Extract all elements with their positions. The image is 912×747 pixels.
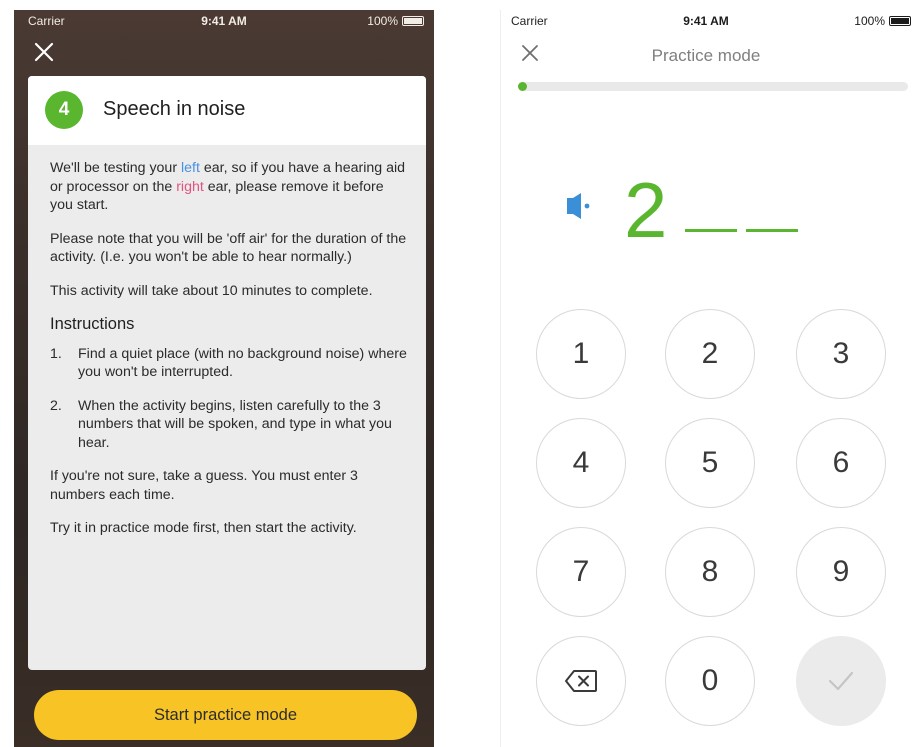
step-badge: 4: [45, 91, 83, 129]
key-6[interactable]: 6: [796, 418, 886, 508]
key-3[interactable]: 3: [796, 309, 886, 399]
practice-note: Try it in practice mode first, then star…: [50, 520, 357, 536]
key-5[interactable]: 5: [665, 418, 755, 508]
intro-pre: We'll be testing your: [50, 160, 181, 176]
card-body: We'll be testing your left ear, so if yo…: [50, 159, 410, 553]
info-screen: Carrier 9:41 AM 100% 4 Speech in noise W…: [14, 10, 434, 747]
guess-note: If you're not sure, take a guess. You mu…: [50, 468, 358, 503]
practice-screen: Carrier 9:41 AM 100% Practice mode 2 1 2…: [500, 10, 911, 747]
battery-percent: 100%: [854, 14, 885, 28]
empty-digit-slot: [746, 229, 798, 232]
instruction-number: 2.: [50, 397, 62, 414]
battery-percent: 100%: [367, 14, 398, 28]
instruction-item: 2. When the activity begins, listen care…: [50, 397, 410, 453]
instruction-item: 1. Find a quiet place (with no backgroun…: [50, 345, 410, 382]
status-bar: Carrier 9:41 AM 100%: [501, 10, 911, 32]
screen-title: Practice mode: [651, 46, 761, 65]
key-2[interactable]: 2: [665, 309, 755, 399]
instruction-text: Find a quiet place (with no background n…: [78, 345, 407, 381]
status-time: 9:41 AM: [683, 14, 729, 28]
backspace-icon: [565, 670, 597, 692]
status-bar: Carrier 9:41 AM 100%: [14, 10, 434, 32]
instruction-number: 1.: [50, 345, 62, 362]
key-4[interactable]: 4: [536, 418, 626, 508]
speaker-icon[interactable]: [563, 190, 595, 222]
card-title: Speech in noise: [103, 98, 246, 120]
start-practice-button[interactable]: Start practice mode: [34, 690, 417, 740]
battery-icon: [889, 16, 911, 26]
key-8[interactable]: 8: [665, 527, 755, 617]
off-air-note: Please note that you will be 'off air' f…: [50, 230, 407, 266]
right-ear-highlight: right: [176, 178, 204, 195]
duration-note: This activity will take about 10 minutes…: [50, 282, 373, 299]
close-icon[interactable]: [34, 42, 56, 64]
intro-text: We'll be testing your left ear, so if yo…: [50, 159, 410, 215]
instructions-list: 1. Find a quiet place (with no backgroun…: [50, 345, 410, 453]
confirm-button[interactable]: [796, 636, 886, 726]
progress-bar: [518, 82, 908, 91]
progress-fill: [518, 82, 527, 91]
key-1[interactable]: 1: [536, 309, 626, 399]
key-7[interactable]: 7: [536, 527, 626, 617]
left-ear-highlight: left: [181, 160, 200, 176]
card-header: 4 Speech in noise: [28, 76, 426, 145]
empty-digit-slot: [685, 229, 737, 232]
backspace-button[interactable]: [536, 636, 626, 726]
entered-digit: 2: [624, 166, 668, 254]
instructions-heading: Instructions: [50, 315, 135, 333]
battery-icon: [402, 16, 424, 26]
activity-card: 4 Speech in noise We'll be testing your …: [28, 76, 426, 670]
check-icon: [828, 671, 854, 691]
key-9[interactable]: 9: [796, 527, 886, 617]
instruction-text: When the activity begins, listen careful…: [78, 397, 392, 451]
key-0[interactable]: 0: [665, 636, 755, 726]
